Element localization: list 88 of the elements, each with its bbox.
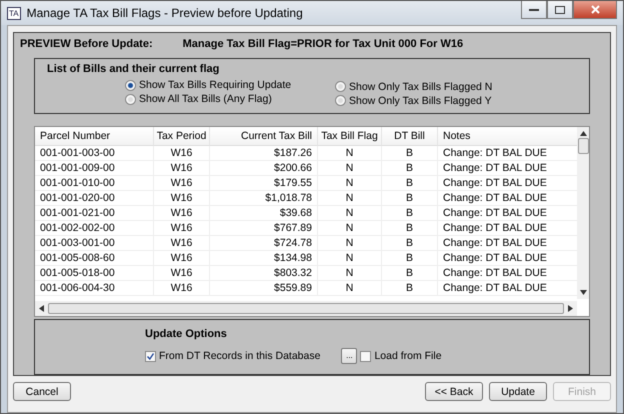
table-cell: B: [382, 191, 438, 206]
table-cell: B: [382, 266, 438, 281]
column-header[interactable]: Current Tax Bill: [210, 127, 318, 146]
table-cell: N: [318, 176, 382, 191]
preview-label: PREVIEW Before Update:: [20, 38, 153, 52]
table-cell: B: [382, 251, 438, 266]
table-cell: W16: [154, 176, 210, 191]
radio-button[interactable]: [125, 80, 136, 90]
table-cell: B: [382, 236, 438, 251]
table-cell: W16: [154, 236, 210, 251]
table-cell: N: [318, 146, 382, 161]
table-cell: B: [382, 161, 438, 176]
column-header[interactable]: Parcel Number: [35, 127, 154, 146]
table-cell: B: [382, 206, 438, 221]
table-cell: W16: [154, 161, 210, 176]
checkbox-label: From DT Records in this Database: [159, 350, 320, 362]
radio-button[interactable]: [335, 95, 346, 106]
table-cell: 001-001-020-00: [35, 191, 154, 206]
table-cell: W16: [154, 221, 210, 236]
table-cell: W16: [154, 146, 210, 161]
table-cell: W16: [154, 281, 210, 296]
radio-button[interactable]: [125, 94, 136, 104]
checkbox[interactable]: [360, 350, 372, 362]
browse-button[interactable]: ...: [341, 348, 358, 364]
scroll-left-icon[interactable]: [39, 305, 44, 312]
radio-option[interactable]: Show Only Tax Bills Flagged N: [335, 81, 555, 92]
table-cell: 001-001-003-00: [35, 146, 154, 161]
column-header[interactable]: Tax Bill Flag: [318, 127, 382, 146]
table-cell: $179.55: [210, 176, 318, 191]
radio-option[interactable]: Show Only Tax Bills Flagged Y: [335, 95, 555, 106]
table-cell: W16: [154, 251, 210, 266]
table-cell: N: [318, 236, 382, 251]
table-cell: N: [318, 191, 382, 206]
dialog-button[interactable]: << Back: [425, 382, 483, 401]
minimize-icon[interactable]: [521, 1, 547, 19]
table-cell: W16: [154, 266, 210, 281]
radio-option[interactable]: Show Tax Bills Requiring Update: [125, 78, 335, 92]
table-cell: W16: [154, 206, 210, 221]
table-cell: 001-005-008-60: [35, 251, 154, 266]
radio-option[interactable]: Show All Tax Bills (Any Flag): [125, 92, 335, 106]
scroll-down-icon[interactable]: [580, 290, 586, 295]
table-cell: B: [382, 281, 438, 296]
checkbox[interactable]: [145, 350, 156, 362]
table-cell: 001-002-002-00: [35, 221, 154, 236]
table-cell: N: [318, 251, 382, 266]
vertical-scrollbar[interactable]: [577, 127, 589, 299]
table-cell: W16: [154, 191, 210, 206]
dialog-button[interactable]: Cancel: [13, 382, 71, 401]
table-cell: N: [318, 161, 382, 176]
group-title: Update Options: [145, 328, 228, 340]
table-cell: 001-003-001-00: [35, 236, 154, 251]
table-cell: 001-001-010-00: [35, 176, 154, 191]
table-cell: B: [382, 176, 438, 191]
window-title: Manage TA Tax Bill Flags - Preview before Updating: [26, 6, 304, 20]
column-header[interactable]: Tax Period: [154, 127, 210, 146]
table-cell: $724.78: [210, 236, 318, 251]
table-cell: $803.32: [210, 266, 318, 281]
table-cell: 001-001-009-00: [35, 161, 154, 176]
table-cell: 001-005-018-00: [35, 266, 154, 281]
scrollbar-thumb[interactable]: [48, 303, 564, 314]
table-cell: 001-006-004-30: [35, 281, 154, 296]
table-cell: N: [318, 266, 382, 281]
table-cell: N: [318, 221, 382, 236]
dialog-button[interactable]: Update: [489, 382, 547, 401]
table-cell: N: [318, 281, 382, 296]
close-icon[interactable]: [573, 1, 617, 19]
table-cell: $39.68: [210, 206, 318, 221]
table-cell: B: [382, 146, 438, 161]
table-cell: $187.26: [210, 146, 318, 161]
radio-button[interactable]: [335, 81, 346, 92]
horizontal-scrollbar[interactable]: [35, 301, 577, 316]
column-header[interactable]: DT Bill: [382, 127, 438, 146]
table-cell: $200.66: [210, 161, 318, 176]
group-title: List of Bills and their current flag: [47, 63, 220, 75]
table-cell: N: [318, 206, 382, 221]
table-cell: $134.98: [210, 251, 318, 266]
checkbox-label: Load from File: [374, 350, 442, 362]
table-cell: $1,018.78: [210, 191, 318, 206]
table-cell: $559.89: [210, 281, 318, 296]
scroll-right-icon[interactable]: [568, 305, 573, 312]
scroll-up-icon[interactable]: [580, 131, 586, 136]
scrollbar-thumb[interactable]: [578, 138, 588, 154]
table-cell: 001-001-021-00: [35, 206, 154, 221]
app-icon: TA: [7, 6, 21, 20]
preview-description: Manage Tax Bill Flag=PRIOR for Tax Unit 000 For W16: [182, 38, 464, 52]
table-cell: B: [382, 221, 438, 236]
table-cell: $767.89: [210, 221, 318, 236]
maximize-icon[interactable]: [547, 1, 573, 19]
